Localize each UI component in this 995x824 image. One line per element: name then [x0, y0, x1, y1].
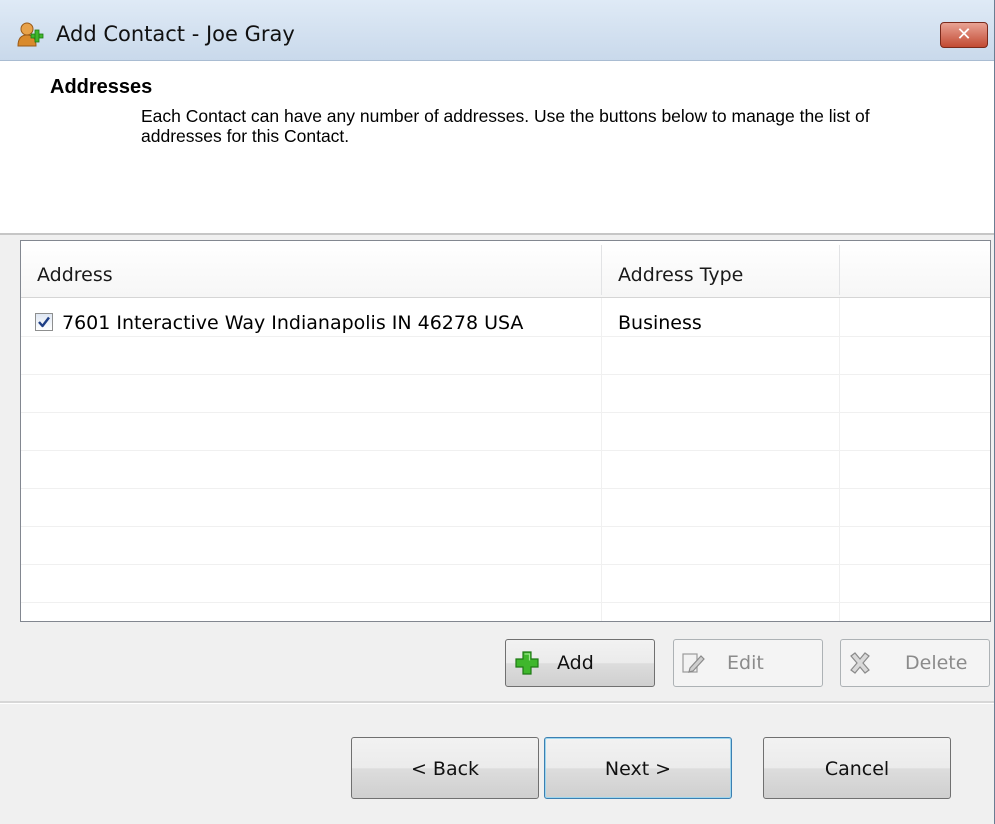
list-header: Address Address Type — [21, 241, 990, 298]
edit-button[interactable]: Edit — [673, 639, 823, 687]
add-button-label: Add — [557, 652, 594, 674]
checkmark-icon — [38, 316, 50, 328]
close-button[interactable]: ✕ — [940, 22, 988, 48]
pencil-icon — [681, 651, 705, 675]
cancel-button-label: Cancel — [824, 758, 890, 780]
grid-line — [21, 564, 990, 565]
contact-add-icon — [16, 20, 44, 48]
edit-button-label: Edit — [727, 652, 764, 674]
grid-line — [601, 298, 602, 621]
grid-line — [21, 374, 990, 375]
add-contact-dialog: Add Contact - Joe Gray ✕ Addresses Each … — [0, 0, 995, 824]
address-list[interactable]: Address Address Type 7601 Interactive Wa… — [20, 240, 991, 622]
row-checkbox[interactable] — [35, 313, 53, 331]
table-row[interactable]: 7601 Interactive Way Indianapolis IN 462… — [21, 298, 990, 336]
page-title: Addresses — [50, 76, 153, 98]
next-button-label: Next > — [604, 758, 672, 780]
grid-line — [21, 336, 990, 337]
back-button-label: < Back — [410, 758, 480, 780]
plus-icon — [515, 651, 539, 675]
grid-line — [21, 488, 990, 489]
delete-button[interactable]: Delete — [840, 639, 990, 687]
page-header: Addresses Each Contact can have any numb… — [0, 61, 994, 235]
next-button[interactable]: Next > — [544, 737, 732, 799]
grid-line — [21, 526, 990, 527]
section-divider — [0, 701, 994, 704]
grid-line — [21, 450, 990, 451]
close-icon: ✕ — [956, 24, 972, 45]
window-title: Add Contact - Joe Gray — [56, 22, 295, 46]
column-header-address-type[interactable]: Address Type — [602, 241, 839, 297]
cancel-button[interactable]: Cancel — [763, 737, 951, 799]
add-button[interactable]: Add — [505, 639, 655, 687]
delete-button-label: Delete — [905, 652, 968, 674]
column-header-address[interactable]: Address — [21, 241, 601, 297]
grid-line — [21, 412, 990, 413]
x-delete-icon — [848, 651, 872, 675]
address-cell: 7601 Interactive Way Indianapolis IN 462… — [62, 312, 524, 334]
page-description: Each Contact can have any number of addr… — [141, 106, 870, 146]
back-button[interactable]: < Back — [351, 737, 539, 799]
column-header-empty — [840, 241, 990, 297]
grid-line — [839, 298, 840, 621]
address-type-cell: Business — [618, 312, 702, 334]
title-bar[interactable]: Add Contact - Joe Gray ✕ — [0, 0, 994, 61]
list-body: 7601 Interactive Way Indianapolis IN 462… — [21, 298, 990, 621]
grid-line — [21, 602, 990, 603]
